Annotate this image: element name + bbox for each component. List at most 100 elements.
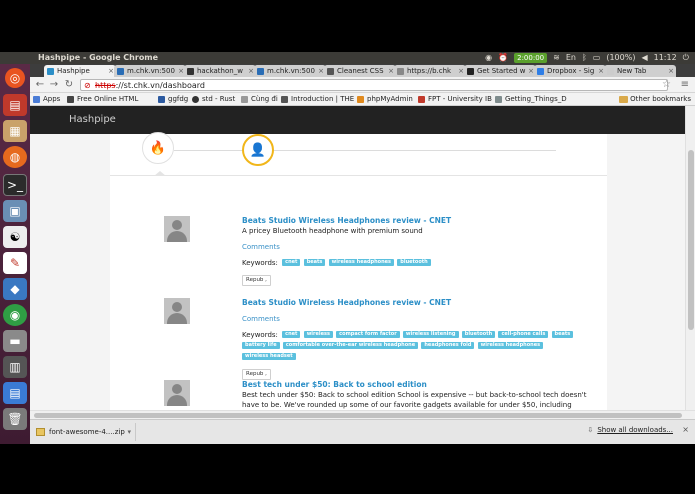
chrome-menu-icon[interactable]: ≡ bbox=[681, 79, 689, 91]
tab-label: m.chk.vn:500 bbox=[267, 67, 315, 75]
address-bar[interactable]: ⊘ https://st.chk.vn/dashboard bbox=[80, 79, 668, 91]
keyword-tag[interactable]: wireless headphones bbox=[477, 342, 544, 349]
tab-chk-1[interactable]: m.chk.vn:500 × bbox=[114, 65, 186, 77]
feed-content: Best tech under $50: Back to school edit… bbox=[242, 380, 592, 410]
show-all-downloads-link[interactable]: ⇩ Show all downloads... bbox=[587, 426, 673, 434]
tab-close-icon[interactable]: × bbox=[668, 65, 674, 77]
keyword-tag[interactable]: wireless headset bbox=[242, 353, 296, 360]
bookmark-std-rust[interactable]: std - Rust bbox=[192, 93, 235, 106]
tab-chk-2[interactable]: m.chk.vn:500 × bbox=[254, 65, 326, 77]
tab-get-started[interactable]: Get Started w × bbox=[464, 65, 536, 77]
timer-indicator[interactable]: 2:00:00 bbox=[514, 53, 548, 63]
keywords-label: Keywords: bbox=[242, 259, 278, 267]
comments-link[interactable]: Comments bbox=[242, 314, 592, 324]
bookmark-phpmyadmin[interactable]: phpMyAdmin bbox=[357, 93, 413, 106]
keyword-tag[interactable]: wireless headphones bbox=[328, 259, 395, 266]
keyword-tag[interactable]: wireless bbox=[303, 331, 333, 338]
wifi-icon[interactable]: ≋ bbox=[553, 52, 560, 64]
keyword-tag[interactable]: beats bbox=[303, 259, 326, 266]
trash-icon[interactable]: 🗑 bbox=[3, 408, 27, 430]
bookmark-free-online-html[interactable]: Free Online HTML bbox=[67, 93, 138, 106]
vertical-scrollbar[interactable] bbox=[685, 106, 695, 410]
app-icon-1[interactable]: ▬ bbox=[3, 330, 27, 352]
files-app-icon[interactable]: ▦ bbox=[3, 120, 27, 142]
feed-content: Beats Studio Wireless Headphones review … bbox=[242, 298, 592, 380]
bookmark-apps[interactable]: Apps bbox=[33, 93, 60, 106]
close-icon[interactable]: × bbox=[682, 425, 689, 434]
keyword-tag[interactable]: cnet bbox=[282, 331, 301, 338]
site-brand[interactable]: Hashpipe bbox=[69, 114, 116, 125]
download-item[interactable]: font-awesome-4....zip ▾ bbox=[33, 423, 136, 441]
editor-app-icon[interactable]: ✎ bbox=[3, 252, 27, 274]
presentation-app-icon[interactable]: ▤ bbox=[3, 94, 27, 116]
bookmark-ggfdg[interactable]: ggfdg bbox=[158, 93, 188, 106]
forward-arrow-icon[interactable]: → bbox=[48, 79, 60, 91]
virtualbox-icon[interactable]: ◆ bbox=[3, 278, 27, 300]
bluetooth-icon[interactable]: ᛒ bbox=[582, 52, 587, 64]
bookmark-label: std - Rust bbox=[202, 95, 236, 103]
yin-yang-app-icon[interactable]: ☯ bbox=[3, 226, 27, 248]
tab-hashpipe[interactable]: Hashpipe × bbox=[44, 65, 116, 77]
keyword-tag[interactable]: wireless listening bbox=[402, 331, 459, 338]
keyword-tag[interactable]: compact form factor bbox=[336, 331, 400, 338]
tab-new-tab[interactable]: New Tab × bbox=[604, 65, 676, 77]
keyword-tag[interactable]: bluetooth bbox=[461, 331, 496, 338]
bookmark-fpt-university[interactable]: FPT - University IB bbox=[418, 93, 492, 106]
volume-icon[interactable]: ◀ bbox=[641, 52, 647, 64]
repub-button[interactable]: Repub , bbox=[242, 275, 271, 286]
firefox-icon[interactable]: ◍ bbox=[3, 146, 27, 168]
user-step-icon[interactable]: 👤 bbox=[242, 134, 274, 166]
tab-label: Hashpipe bbox=[57, 67, 90, 75]
url-scheme: https bbox=[95, 81, 116, 90]
tab-favicon-icon bbox=[187, 68, 194, 75]
bookmark-star-icon[interactable]: ☆ bbox=[662, 79, 671, 91]
clock[interactable]: 11:12 bbox=[654, 52, 677, 64]
battery-icon[interactable]: ▭ bbox=[593, 52, 601, 64]
horizontal-scroll-thumb[interactable] bbox=[34, 413, 682, 418]
other-bookmarks[interactable]: Other bookmarks bbox=[619, 93, 691, 106]
feed-content: Beats Studio Wireless Headphones review … bbox=[242, 216, 592, 286]
tab-b-chk[interactable]: https://b.chk × bbox=[394, 65, 466, 77]
app-icon-2[interactable]: ▥ bbox=[3, 356, 27, 378]
window-title: Hashpipe - Google Chrome bbox=[38, 53, 159, 62]
back-arrow-icon[interactable]: ← bbox=[34, 79, 46, 91]
system-tray: ◉ ⏰ 2:00:00 ≋ En ᛒ ▭ (100%) ◀ 11:12 ⏻ bbox=[485, 52, 689, 64]
keyword-tag[interactable]: cell-phone calls bbox=[498, 331, 549, 338]
chrome-tray-icon[interactable]: ◉ bbox=[485, 52, 492, 64]
tab-cleanest-css[interactable]: Cleanest CSS × bbox=[324, 65, 396, 77]
tab-dropbox[interactable]: Dropbox - Sig × bbox=[534, 65, 606, 77]
keyword-tag[interactable]: comfortable over-the-ear wireless headph… bbox=[282, 342, 419, 349]
reload-icon[interactable]: ↻ bbox=[63, 79, 75, 91]
terminal-icon[interactable]: >_ bbox=[3, 174, 27, 196]
vertical-scroll-thumb[interactable] bbox=[688, 150, 694, 330]
keyword-tag[interactable]: beats bbox=[551, 331, 574, 338]
tab-hackathon[interactable]: hackathon_w × bbox=[184, 65, 256, 77]
horizontal-scrollbar[interactable] bbox=[30, 410, 695, 419]
bookmark-introduction[interactable]: Introduction | THE bbox=[281, 93, 354, 106]
comments-link[interactable]: Comments bbox=[242, 242, 592, 252]
power-icon[interactable]: ⏻ bbox=[683, 52, 689, 64]
item-title-link[interactable]: Beats Studio Wireless Headphones review … bbox=[242, 298, 592, 308]
keyword-tag[interactable]: headphones fold bbox=[421, 342, 475, 349]
item-title-link[interactable]: Best tech under $50: Back to school edit… bbox=[242, 380, 592, 390]
download-shelf: font-awesome-4....zip ▾ ⇩ Show all downlo… bbox=[30, 419, 695, 444]
keyword-tag[interactable]: bluetooth bbox=[397, 259, 431, 266]
top-margin bbox=[0, 0, 695, 52]
app-icon-3[interactable]: ▤ bbox=[3, 382, 27, 404]
item-title-link[interactable]: Beats Studio Wireless Headphones review … bbox=[242, 216, 592, 226]
keyboard-indicator[interactable]: En bbox=[566, 52, 576, 64]
alarm-icon[interactable]: ⏰ bbox=[498, 52, 508, 64]
chevron-down-icon[interactable]: ▾ bbox=[127, 423, 131, 441]
bookmark-getting-things-done[interactable]: Getting_Things_D bbox=[495, 93, 567, 106]
repub-button[interactable]: Repub , bbox=[242, 369, 271, 380]
tab-favicon-icon bbox=[257, 68, 264, 75]
dash-home-icon[interactable]: ◎ bbox=[5, 68, 25, 88]
fire-step-icon[interactable]: 🔥 bbox=[142, 132, 174, 164]
bookmark-favicon-icon bbox=[67, 96, 74, 103]
remote-desktop-icon[interactable]: ▣ bbox=[3, 200, 27, 222]
web-page: Hashpipe 🔥 👤 Beats Studio Wireless Headp… bbox=[30, 106, 685, 410]
bookmark-cung-di[interactable]: Cùng đi bbox=[241, 93, 278, 106]
keyword-tag[interactable]: battery life bbox=[242, 342, 280, 349]
chrome-launcher-icon[interactable]: ◉ bbox=[3, 304, 27, 326]
keyword-tag[interactable]: cnet bbox=[282, 259, 301, 266]
